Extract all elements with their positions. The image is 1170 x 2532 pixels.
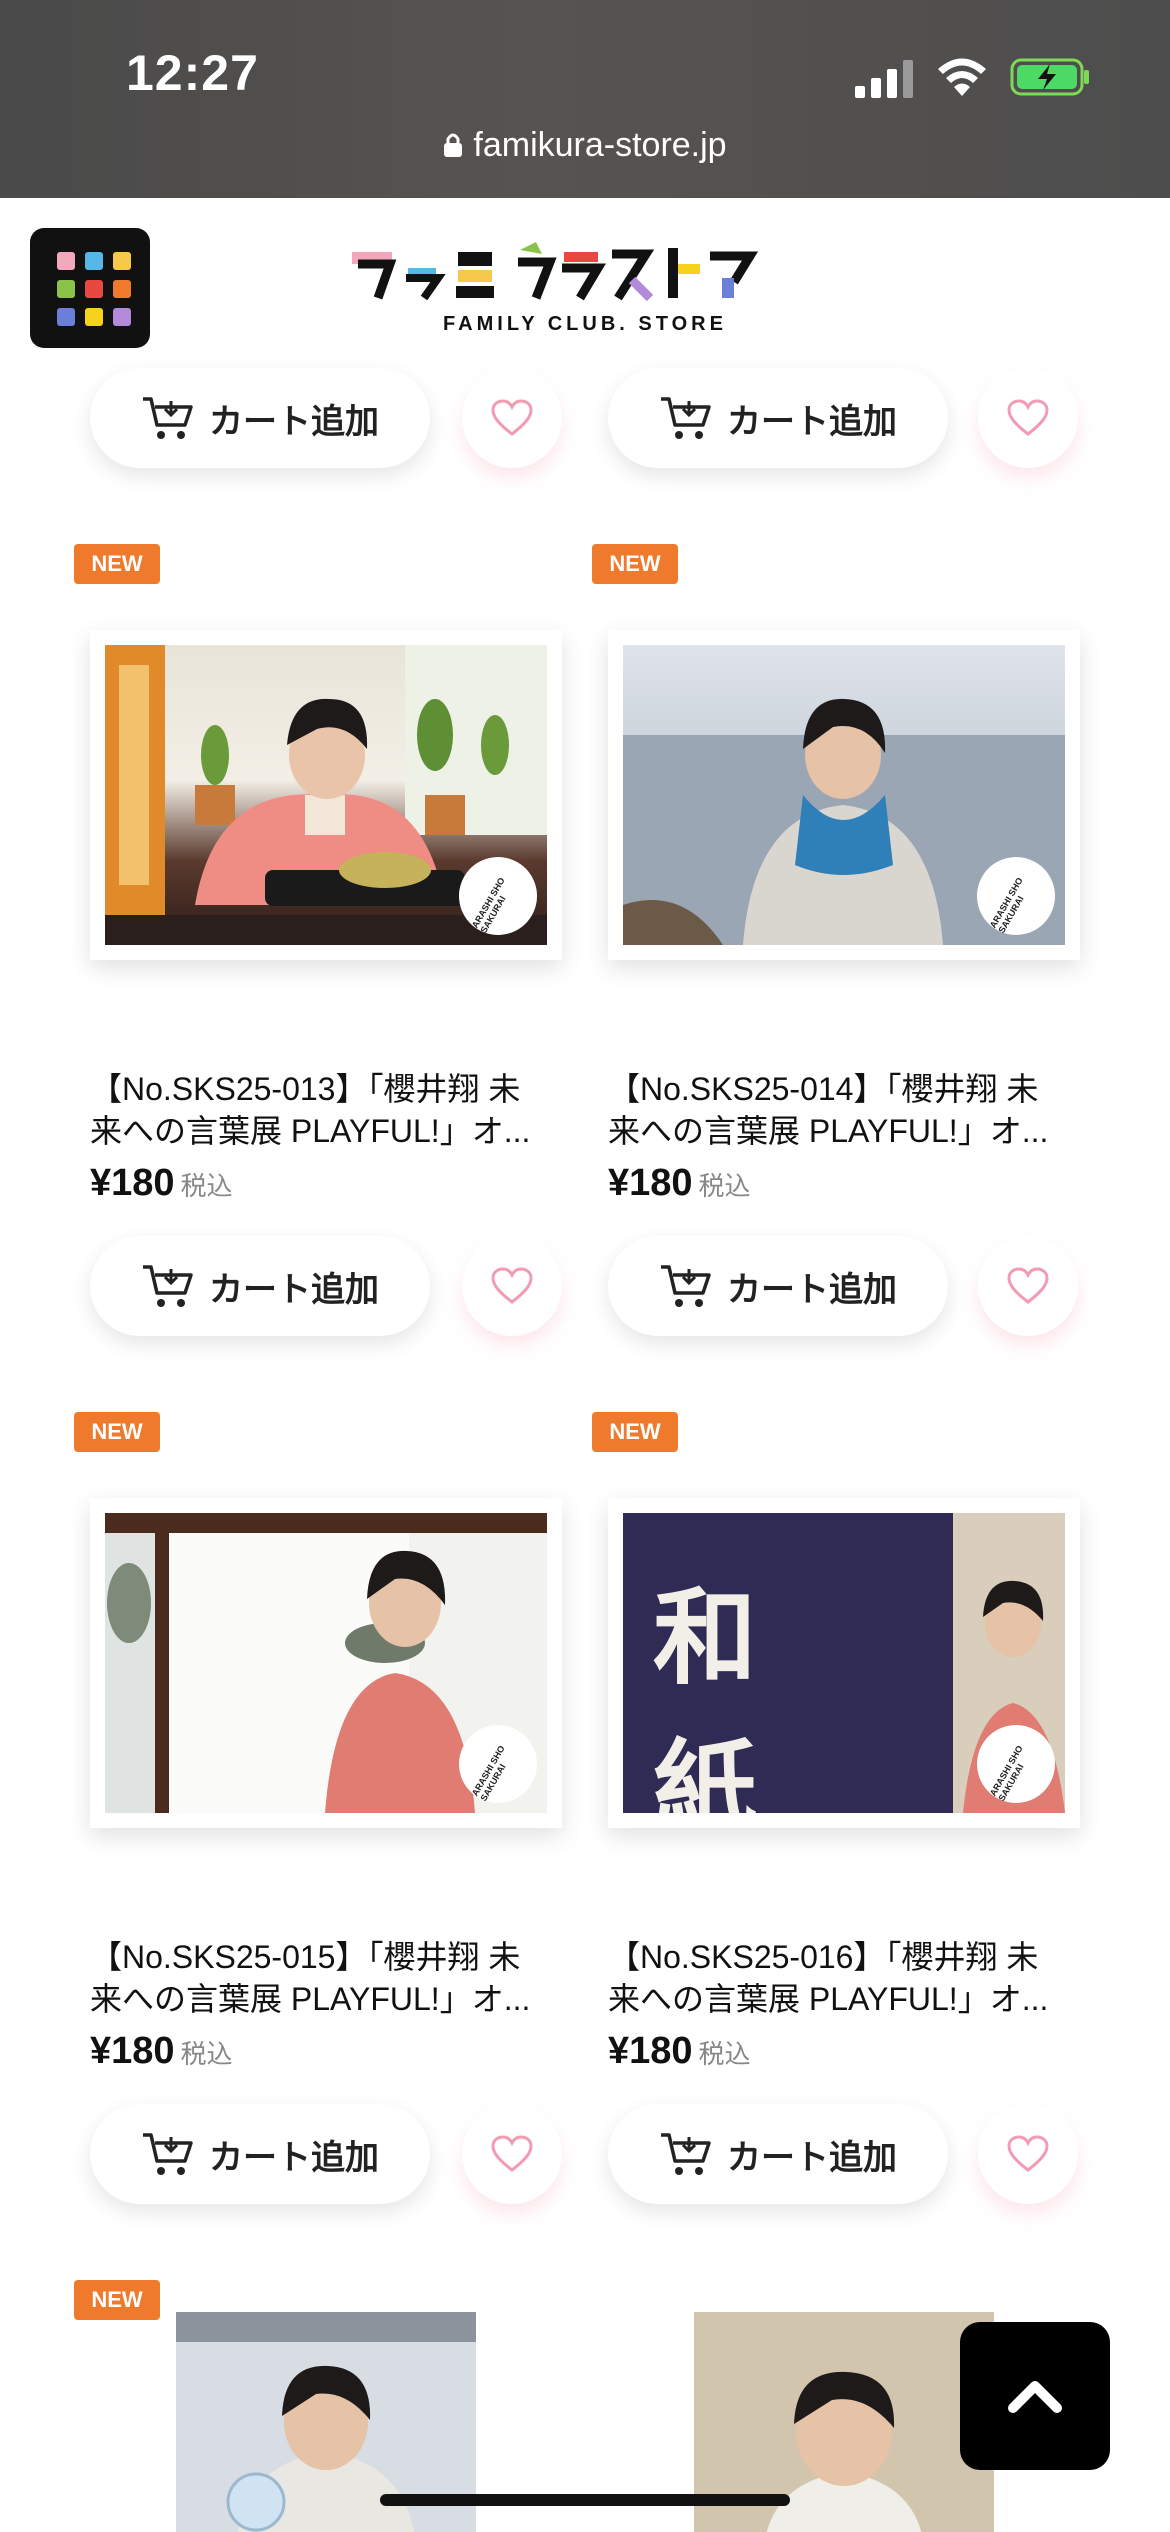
menu-grid-square (113, 252, 131, 270)
title-line: 来への言葉展 PLAYFUL!」オ... (608, 1981, 1049, 2017)
new-badge: NEW (74, 1412, 160, 1452)
add-to-cart-button[interactable]: カート追加 (90, 1236, 430, 1336)
site-header: FAMILY CLUB. STORE (0, 198, 1170, 378)
product-image[interactable]: ARASHI SHO SAKURAI (90, 1498, 562, 1828)
menu-grid-square (57, 252, 75, 270)
price-value: ¥180 (608, 2030, 693, 2072)
lock-icon (444, 133, 463, 157)
chevron-up-icon (1008, 2381, 1062, 2413)
new-badge: NEW (74, 2280, 160, 2320)
favorite-button[interactable] (978, 2104, 1078, 2204)
price-value: ¥180 (90, 2030, 175, 2072)
product-price: ¥180 税込 (90, 2030, 233, 2073)
new-badge: NEW (74, 544, 160, 584)
cart-icon (143, 1265, 193, 1307)
add-to-cart-button[interactable]: カート追加 (608, 1236, 948, 1336)
address-bar[interactable]: famikura-store.jp (0, 126, 1170, 165)
product-price: ¥180 税込 (608, 1162, 751, 1205)
add-to-cart-button[interactable]: カート追加 (608, 2104, 948, 2204)
product-title[interactable]: 【No.SKS25-016】「櫻井翔 未 来への言葉展 PLAYFUL!」オ..… (608, 1936, 1088, 2020)
cart-label: カート追加 (209, 1270, 379, 1309)
product-title[interactable]: 【No.SKS25-015】「櫻井翔 未 来への言葉展 PLAYFUL!」オ..… (90, 1936, 570, 2020)
cellular-signal-icon (855, 60, 913, 98)
add-to-cart-button[interactable]: カート追加 (90, 2104, 430, 2204)
add-to-cart-button[interactable]: カート追加 (608, 368, 948, 468)
new-badge: NEW (592, 544, 678, 584)
favorite-button[interactable] (462, 368, 562, 468)
cart-label: カート追加 (209, 402, 379, 441)
cart-icon (143, 2133, 193, 2175)
title-line: 【No.SKS25-014】「櫻井翔 未 (608, 1071, 1039, 1107)
add-to-cart-button[interactable]: カート追加 (90, 368, 430, 468)
menu-grid-square (57, 308, 75, 326)
home-indicator[interactable] (380, 2494, 790, 2506)
favorite-button[interactable] (978, 368, 1078, 468)
tax-label: 税込 (180, 2039, 233, 2069)
logo-subtitle: FAMILY CLUB. STORE (443, 313, 727, 335)
product-title[interactable]: 【No.SKS25-013】「櫻井翔 未 来への言葉展 PLAYFUL!」オ..… (90, 1068, 570, 1152)
product-image[interactable]: 和 紙 ARASHI SHO SAKURAI (608, 1498, 1080, 1828)
scroll-to-top-button[interactable] (960, 2322, 1110, 2470)
title-line: 【No.SKS25-015】「櫻井翔 未 (90, 1939, 521, 1975)
title-line: 【No.SKS25-016】「櫻井翔 未 (608, 1939, 1039, 1975)
menu-grid-square (85, 280, 103, 298)
battery-charging-icon (1010, 58, 1089, 96)
heart-icon (491, 399, 533, 436)
tax-label: 税込 (698, 2039, 751, 2069)
menu-grid-square (113, 308, 131, 326)
product-image[interactable]: ARASHI SHO SAKURAI (608, 630, 1080, 960)
menu-grid-button[interactable] (30, 228, 150, 348)
price-value: ¥180 (608, 1162, 693, 1204)
tax-label: 税込 (698, 1171, 751, 1201)
clock: 12:27 (126, 45, 259, 101)
menu-grid-square (113, 280, 131, 298)
cart-label: カート追加 (727, 2138, 897, 2177)
product-price: ¥180 税込 (608, 2030, 751, 2073)
url-text: famikura-store.jp (473, 126, 727, 164)
favorite-button[interactable] (462, 1236, 562, 1336)
title-line: 【No.SKS25-013】「櫻井翔 未 (90, 1071, 521, 1107)
menu-grid-square (57, 280, 75, 298)
cart-label: カート追加 (209, 2138, 379, 2177)
wifi-icon (938, 58, 986, 96)
cart-label: カート追加 (727, 1270, 897, 1309)
cart-icon (143, 397, 193, 439)
heart-icon (491, 1267, 533, 1304)
title-line: 来への言葉展 PLAYFUL!」オ... (608, 1113, 1049, 1149)
heart-icon (1007, 399, 1049, 436)
favorite-button[interactable] (462, 2104, 562, 2204)
product-image[interactable]: ARASHI SHO SAKURAI (90, 630, 562, 960)
price-value: ¥180 (90, 1162, 175, 1204)
new-badge: NEW (592, 1412, 678, 1452)
cart-icon (661, 1265, 711, 1307)
menu-grid-square (85, 252, 103, 270)
favorite-button[interactable] (978, 1236, 1078, 1336)
cart-label: カート追加 (727, 402, 897, 441)
title-line: 来への言葉展 PLAYFUL!」オ... (90, 1981, 531, 2017)
status-bar: 12:27 famikura-store.jp (0, 0, 1170, 198)
heart-icon (491, 2135, 533, 2172)
tax-label: 税込 (180, 1171, 233, 1201)
product-title[interactable]: 【No.SKS25-014】「櫻井翔 未 来への言葉展 PLAYFUL!」オ..… (608, 1068, 1088, 1152)
product-price: ¥180 税込 (90, 1162, 233, 1205)
menu-grid-square (85, 308, 103, 326)
cart-icon (661, 397, 711, 439)
heart-icon (1007, 2135, 1049, 2172)
cart-icon (661, 2133, 711, 2175)
heart-icon (1007, 1267, 1049, 1304)
title-line: 来への言葉展 PLAYFUL!」オ... (90, 1113, 531, 1149)
